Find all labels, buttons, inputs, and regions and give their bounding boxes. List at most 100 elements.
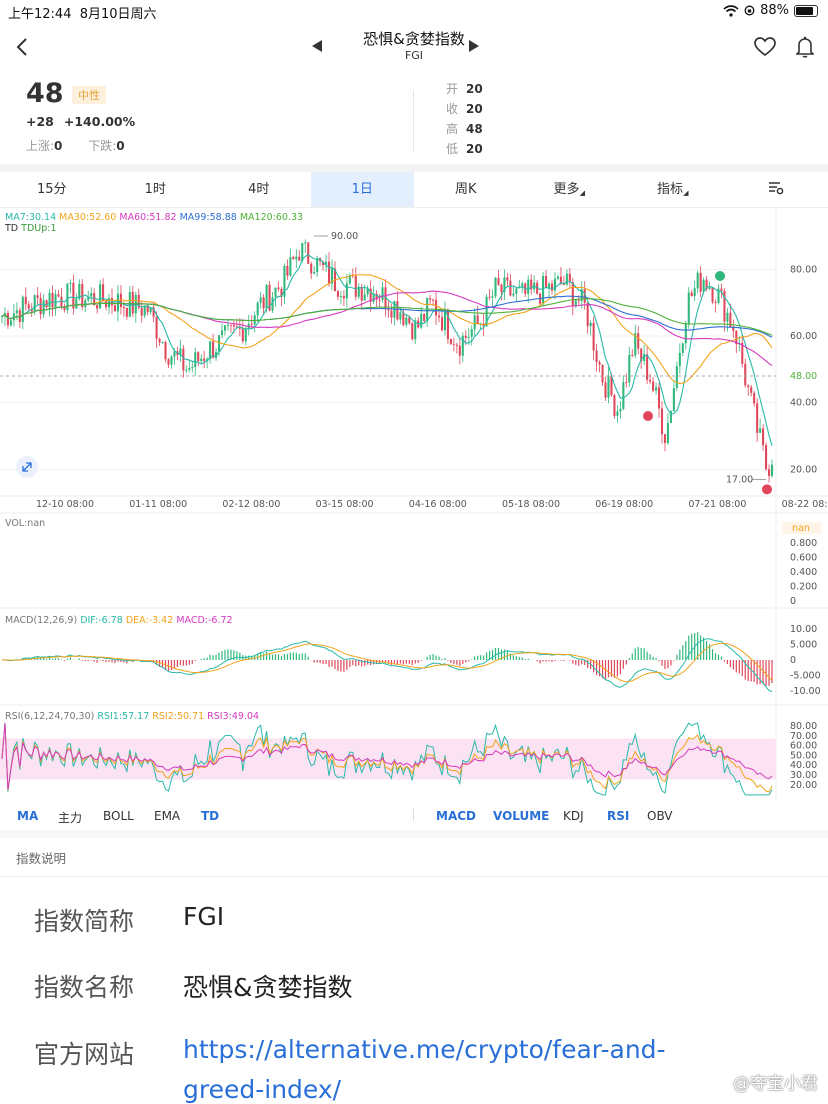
tab-indicator[interactable]: 指标◢ bbox=[621, 172, 725, 207]
tab-week[interactable]: 周K bbox=[414, 172, 518, 207]
indicator-volume[interactable]: VOLUME bbox=[493, 809, 549, 823]
fullscreen-button[interactable] bbox=[16, 456, 38, 478]
indicator-main-force[interactable]: 主力 bbox=[58, 809, 82, 826]
separator bbox=[0, 164, 828, 172]
tab-1d[interactable]: 1日 bbox=[310, 172, 414, 207]
ohlc-open: 开 20 bbox=[446, 82, 483, 96]
candle-body bbox=[571, 282, 574, 307]
candle-body bbox=[672, 388, 675, 412]
candle-body bbox=[420, 313, 423, 328]
candle-body bbox=[488, 296, 491, 298]
rsi2-value: RSI2:50.71 bbox=[152, 711, 205, 722]
heart-icon[interactable] bbox=[754, 37, 776, 57]
candle-body bbox=[693, 288, 696, 297]
candle-body bbox=[601, 364, 604, 383]
quote-summary: 48 中性 +28 +140.00% 上涨:0 下跌:0 开 20 收 20 高 48 … bbox=[0, 72, 828, 164]
candle-body bbox=[203, 358, 206, 362]
candle-body bbox=[491, 296, 494, 298]
ma-legend: MA7:30.14 MA30:52.60 MA60:51.82 MA99:58.… bbox=[5, 212, 303, 223]
candle-body bbox=[265, 284, 268, 309]
candle-body bbox=[747, 385, 750, 388]
td-value: TDUp:1 bbox=[21, 223, 57, 234]
ma99-legend: MA99:58.88 bbox=[179, 212, 237, 223]
status-bar: 上午12:44 8月10日周六 88% bbox=[0, 0, 828, 22]
candle-body bbox=[345, 283, 348, 299]
x-tick-label: 04-16 08:00 bbox=[409, 499, 467, 510]
indicator-ema[interactable]: EMA bbox=[154, 809, 180, 823]
macd-tick-label: 0 bbox=[790, 655, 796, 666]
change-value: +28 bbox=[26, 114, 54, 129]
candle-body bbox=[628, 354, 631, 383]
candle-body bbox=[464, 335, 467, 338]
candle-body bbox=[696, 272, 699, 289]
candle-body bbox=[408, 317, 411, 324]
candle-body bbox=[553, 278, 557, 291]
candle-body bbox=[301, 242, 304, 261]
bell-icon[interactable] bbox=[796, 36, 814, 58]
indicator-ma[interactable]: MA bbox=[17, 809, 38, 823]
candle-body bbox=[313, 272, 316, 274]
ma120-legend: MA120:60.33 bbox=[239, 212, 304, 223]
candle-body bbox=[238, 327, 241, 329]
indicator-kdj[interactable]: KDJ bbox=[563, 809, 584, 823]
indicator-rsi[interactable]: RSI bbox=[607, 809, 629, 823]
candle-body bbox=[39, 297, 42, 315]
candle-body bbox=[116, 293, 119, 312]
candle-body bbox=[607, 375, 610, 398]
candle-body bbox=[432, 299, 435, 301]
candle-body bbox=[545, 276, 548, 288]
tab-more[interactable]: 更多◢ bbox=[518, 172, 622, 207]
candle-body bbox=[223, 325, 227, 331]
info-name-value: 恐惧&贪婪指数 bbox=[183, 973, 353, 1002]
candle-body bbox=[226, 324, 229, 326]
candle-body bbox=[470, 329, 473, 337]
macd-dea-line bbox=[1, 642, 773, 683]
candle-body bbox=[497, 277, 500, 285]
candle-body bbox=[75, 299, 78, 309]
tab-4h[interactable]: 4时 bbox=[207, 172, 311, 207]
vol-badge: nan bbox=[792, 523, 810, 534]
candle-body bbox=[342, 295, 345, 299]
candle-body bbox=[750, 387, 753, 393]
chart-settings-button[interactable] bbox=[725, 172, 828, 207]
candle-body bbox=[437, 315, 441, 318]
macd-tick-label: 5.000 bbox=[790, 640, 817, 651]
tab-1h[interactable]: 1时 bbox=[104, 172, 208, 207]
indicator-boll[interactable]: BOLL bbox=[103, 809, 134, 823]
candle-body bbox=[54, 294, 57, 308]
candle-body bbox=[699, 272, 702, 292]
candle-body bbox=[589, 322, 592, 327]
tab-15min[interactable]: 15分 bbox=[0, 172, 104, 207]
candle-body bbox=[48, 292, 51, 308]
candle-body bbox=[494, 277, 497, 297]
candle-body bbox=[336, 291, 339, 297]
orientation-lock-icon bbox=[744, 5, 755, 16]
watermark: @夺宝小君 bbox=[733, 1074, 818, 1094]
indicator-macd[interactable]: MACD bbox=[436, 809, 476, 823]
macd-tick-label: -10.00 bbox=[790, 686, 821, 697]
candle-body bbox=[42, 300, 45, 315]
x-tick-label: 08-22 08: bbox=[782, 499, 828, 510]
vol-tick-label: 0.600 bbox=[790, 553, 817, 564]
candle-body bbox=[652, 381, 655, 391]
candle-body bbox=[90, 293, 93, 297]
down-label: 下跌: bbox=[88, 139, 117, 153]
candle-body bbox=[660, 408, 664, 435]
candle-body bbox=[327, 261, 331, 284]
kline-chart-area[interactable]: nan 0.800 0.600 0.400 0.200 0 10.00 5.000 0 -5.0… bbox=[0, 208, 828, 800]
indicator-obv[interactable]: OBV bbox=[647, 809, 673, 823]
official-site-link[interactable]: https://alternative.me/crypto/fear-and- bbox=[183, 1035, 666, 1064]
official-site-link-cont[interactable]: greed-index/ bbox=[183, 1075, 341, 1104]
ma7-legend: MA7:30.14 bbox=[5, 212, 57, 223]
candle-body bbox=[170, 356, 173, 365]
x-tick-label: 01-11 08:00 bbox=[129, 499, 187, 510]
candle-body bbox=[657, 387, 661, 409]
indicator-td[interactable]: TD bbox=[201, 809, 219, 823]
ohlc-low: 低 20 bbox=[446, 142, 483, 156]
candle-body bbox=[360, 286, 363, 301]
candle-body bbox=[708, 287, 711, 289]
x-tick-label: 12-10 08:00 bbox=[36, 499, 94, 510]
candle-body bbox=[726, 312, 729, 322]
candle-body bbox=[194, 352, 197, 368]
next-arrow-icon[interactable] bbox=[469, 40, 479, 52]
